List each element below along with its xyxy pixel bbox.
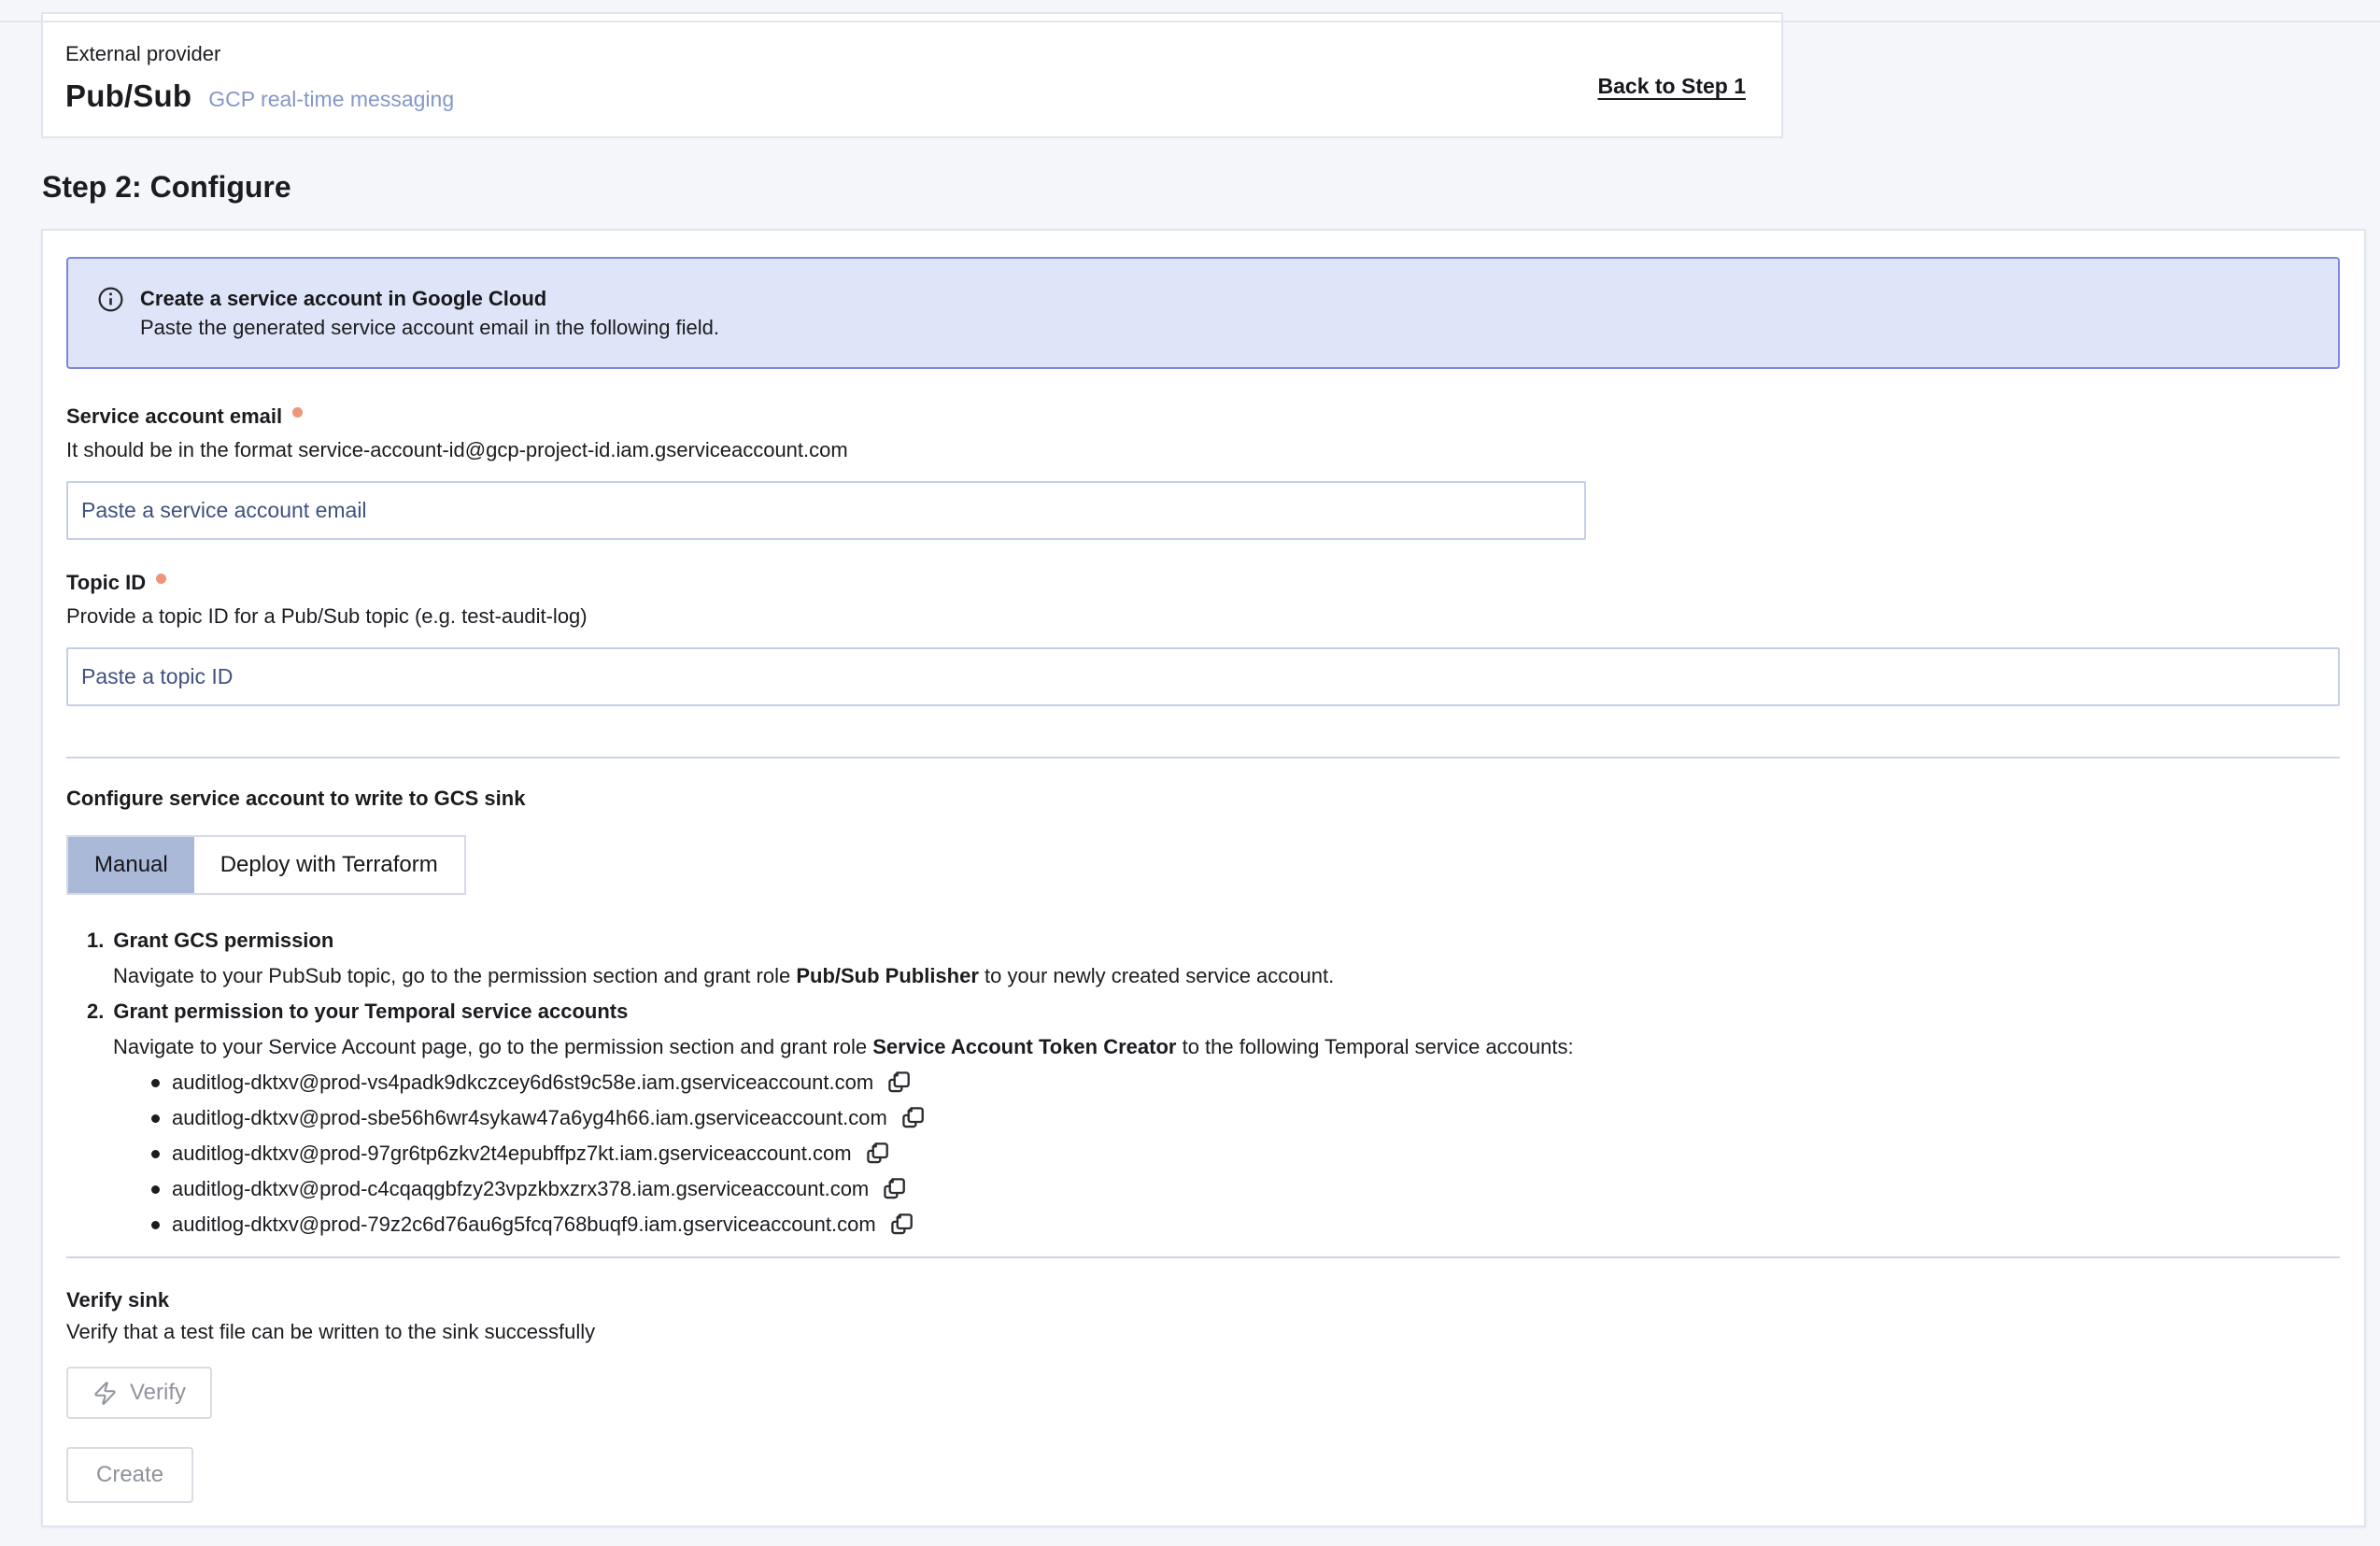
step-title: Grant GCS permission [113,923,333,958]
step-title-row: 1. Grant GCS permission [87,923,2340,958]
copy-icon [899,1104,928,1133]
service-account-item: auditlog-dktxv@prod-79z2c6d76au6g5fcq768… [151,1207,2340,1242]
copy-button[interactable] [887,1211,916,1240]
info-banner-body: Paste the generated service account emai… [140,313,719,342]
tab-manual[interactable]: Manual [68,837,194,893]
service-account-email: auditlog-dktxv@prod-vs4padk9dkczcey6d6st… [172,1071,873,1095]
page-title: Step 2: Configure [42,170,2380,205]
copy-button[interactable] [863,1140,892,1169]
bullet-dot [151,1079,160,1087]
provider-card-left: External provider Pub/Sub GCP real-time … [65,42,454,136]
topic-id-field: Topic ID Provide a topic ID for a Pub/Su… [66,571,2340,706]
copy-button[interactable] [880,1175,909,1204]
verify-sink-description: Verify that a test file can be written t… [66,1320,2340,1344]
sink-config-heading: Configure service account to write to GC… [66,787,2340,811]
back-to-step-1-link[interactable]: Back to Step 1 [1598,74,1747,99]
service-account-item: auditlog-dktxv@prod-c4cqaqgbfzy23vpzkbxz… [151,1171,2340,1207]
bullet-dot [151,1150,160,1158]
instruction-step: 1. Grant GCS permission Navigate to your… [87,923,2340,994]
section-divider [66,757,2340,759]
copy-icon [863,1140,892,1169]
copy-button[interactable] [885,1069,914,1098]
section-divider [66,1256,2340,1258]
step-body-role: Pub/Sub Publisher [796,964,979,987]
step-title: Grant permission to your Temporal servic… [113,994,628,1029]
service-account-item: auditlog-dktxv@prod-97gr6tp6zkv2t4epubff… [151,1136,2340,1171]
required-dot [156,574,166,584]
provider-name: Pub/Sub [65,78,191,114]
topic-id-label: Topic ID [66,571,2340,595]
instruction-list: 1. Grant GCS permission Navigate to your… [87,923,2340,1242]
copy-icon [887,1211,916,1240]
step-body: Navigate to your PubSub topic, go to the… [113,958,2340,994]
step-title-row: 2. Grant permission to your Temporal ser… [87,994,2340,1029]
service-account-email: auditlog-dktxv@prod-c4cqaqgbfzy23vpzkbxz… [172,1177,869,1201]
sink-config-tabs: Manual Deploy with Terraform [66,835,466,895]
info-icon [96,285,125,314]
service-account-email-label: Service account email [66,404,2340,429]
verify-button[interactable]: Verify [66,1367,212,1419]
topic-id-input[interactable] [66,647,2340,706]
step-number: 1. [87,923,104,958]
bullet-dot [151,1185,160,1194]
info-banner-title: Create a service account in Google Cloud [140,284,719,313]
step-body-post: to the following Temporal service accoun… [1176,1035,1573,1058]
step-body-role: Service Account Token Creator [872,1035,1176,1058]
topic-id-label-text: Topic ID [66,571,146,595]
step-body: Navigate to your Service Account page, g… [113,1029,2340,1065]
copy-icon [880,1175,909,1204]
required-dot [292,407,303,418]
step-body-post: to your newly created service account. [979,964,1334,987]
verify-button-label: Verify [130,1380,186,1406]
page-top-divider [0,21,2380,22]
info-banner-text: Create a service account in Google Cloud… [140,284,719,342]
service-account-item: auditlog-dktxv@prod-sbe56h6wr4sykaw47a6y… [151,1100,2340,1136]
provider-tagline: GCP real-time messaging [208,87,454,112]
tab-deploy-with-terraform[interactable]: Deploy with Terraform [194,837,464,893]
copy-icon [885,1069,914,1098]
create-button[interactable]: Create [66,1447,193,1503]
service-account-email: auditlog-dktxv@prod-79z2c6d76au6g5fcq768… [172,1213,876,1237]
service-account-email-input[interactable] [66,481,1586,540]
verify-sink-heading: Verify sink [66,1288,2340,1312]
instruction-step: 2. Grant permission to your Temporal ser… [87,994,2340,1065]
zap-icon [92,1381,118,1406]
service-account-email: auditlog-dktxv@prod-97gr6tp6zkv2t4epubff… [172,1142,852,1166]
service-account-email-field: Service account email It should be in th… [66,404,2340,540]
service-account-item: auditlog-dktxv@prod-vs4padk9dkczcey6d6st… [151,1065,2340,1100]
provider-card: External provider Pub/Sub GCP real-time … [41,12,1783,138]
service-account-email-label-text: Service account email [66,404,282,429]
step-body-pre: Navigate to your Service Account page, g… [113,1035,872,1058]
config-card: Create a service account in Google Cloud… [41,229,2366,1527]
step-body-pre: Navigate to your PubSub topic, go to the… [113,964,796,987]
service-account-email: auditlog-dktxv@prod-sbe56h6wr4sykaw47a6y… [172,1106,887,1130]
service-account-email-description: It should be in the format service-accou… [66,438,2340,462]
step-number: 2. [87,994,104,1029]
bullet-dot [151,1221,160,1229]
copy-button[interactable] [899,1104,928,1133]
provider-eyebrow: External provider [65,42,454,66]
info-banner: Create a service account in Google Cloud… [66,257,2340,369]
bullet-dot [151,1114,160,1123]
topic-id-description: Provide a topic ID for a Pub/Sub topic (… [66,604,2340,629]
provider-name-row: Pub/Sub GCP real-time messaging [65,78,454,114]
service-account-list: auditlog-dktxv@prod-vs4padk9dkczcey6d6st… [151,1065,2340,1242]
